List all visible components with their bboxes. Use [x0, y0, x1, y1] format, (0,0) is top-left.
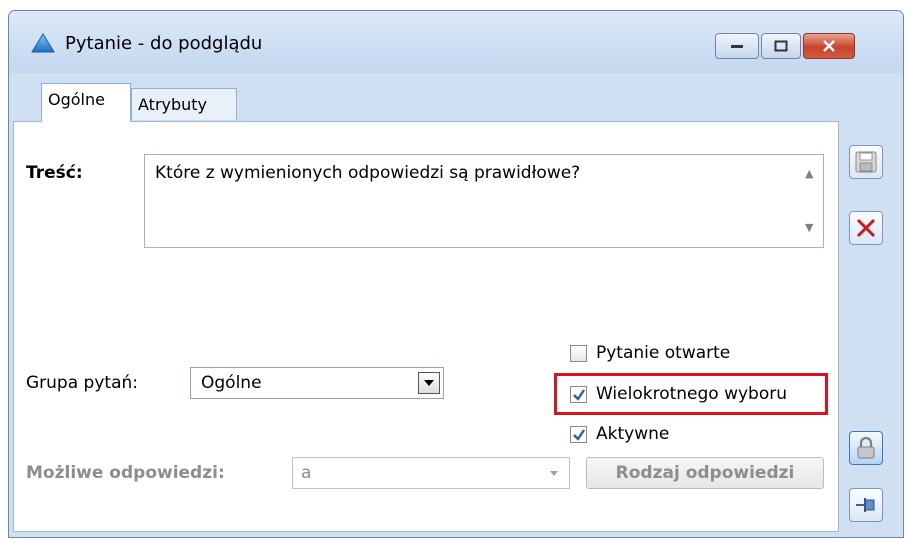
mozliwe-label: Możliwe odpowiedzi: — [26, 463, 225, 483]
maximize-button[interactable] — [761, 33, 801, 59]
dialog-body: Ogólne Atrybuty Treść: Które z wymienion… — [9, 73, 903, 537]
cancel-button[interactable] — [849, 211, 883, 245]
save-button[interactable] — [849, 145, 883, 179]
tab-ogolne-label: Ogólne — [48, 90, 105, 109]
tab-atrybuty[interactable]: Atrybuty — [131, 88, 237, 120]
close-icon — [823, 40, 835, 52]
tresc-label: Treść: — [26, 163, 83, 183]
maximize-icon — [774, 40, 788, 52]
mozliwe-value: a — [301, 463, 312, 483]
tresc-scrollbar[interactable]: ▲ ▼ — [797, 155, 823, 247]
mozliwe-dropdown-icon[interactable] — [544, 462, 566, 484]
lock-icon — [857, 436, 875, 459]
minimize-icon — [731, 45, 743, 48]
grupa-label: Grupa pytań: — [26, 373, 138, 393]
grupa-value: Ogólne — [201, 373, 262, 393]
lock-button[interactable] — [849, 431, 883, 465]
minimize-button[interactable] — [715, 33, 759, 59]
tresc-field[interactable]: Które z wymienionych odpowiedzi są prawi… — [144, 154, 824, 248]
highlight-box — [554, 373, 828, 415]
checkbox-label: Aktywne — [596, 424, 670, 444]
tab-ogolne[interactable]: Ogólne — [41, 83, 131, 122]
app-triangle-icon — [31, 33, 55, 58]
pin-icon — [856, 498, 875, 512]
scroll-up-icon[interactable]: ▲ — [805, 167, 813, 180]
pin-button[interactable] — [849, 488, 883, 522]
tab-panel: Treść: Które z wymienionych odpowiedzi s… — [13, 121, 839, 532]
grupa-dropdown-icon[interactable] — [418, 372, 440, 394]
close-button[interactable] — [803, 33, 855, 59]
dialog-window: Pytanie - do podglądu Ogólne Atrybuty Tr… — [8, 10, 904, 538]
checkmark-icon — [573, 429, 585, 441]
scroll-down-icon[interactable]: ▼ — [805, 221, 813, 234]
window-title: Pytanie - do podglądu — [65, 33, 263, 54]
mozliwe-select[interactable]: a — [292, 457, 570, 489]
cancel-icon — [856, 218, 876, 238]
grupa-select[interactable]: Ogólne — [190, 367, 444, 399]
rodzaj-odpowiedzi-button[interactable]: Rodzaj odpowiedzi — [586, 457, 824, 489]
tresc-text: Które z wymienionych odpowiedzi są prawi… — [155, 163, 581, 183]
tab-atrybuty-label: Atrybuty — [138, 95, 208, 114]
checkbox-box[interactable] — [570, 345, 587, 362]
save-icon — [855, 151, 877, 173]
title-bar[interactable]: Pytanie - do podglądu — [9, 11, 903, 73]
checkbox-label: Pytanie otwarte — [596, 343, 731, 363]
checkbox-box[interactable] — [570, 426, 587, 443]
